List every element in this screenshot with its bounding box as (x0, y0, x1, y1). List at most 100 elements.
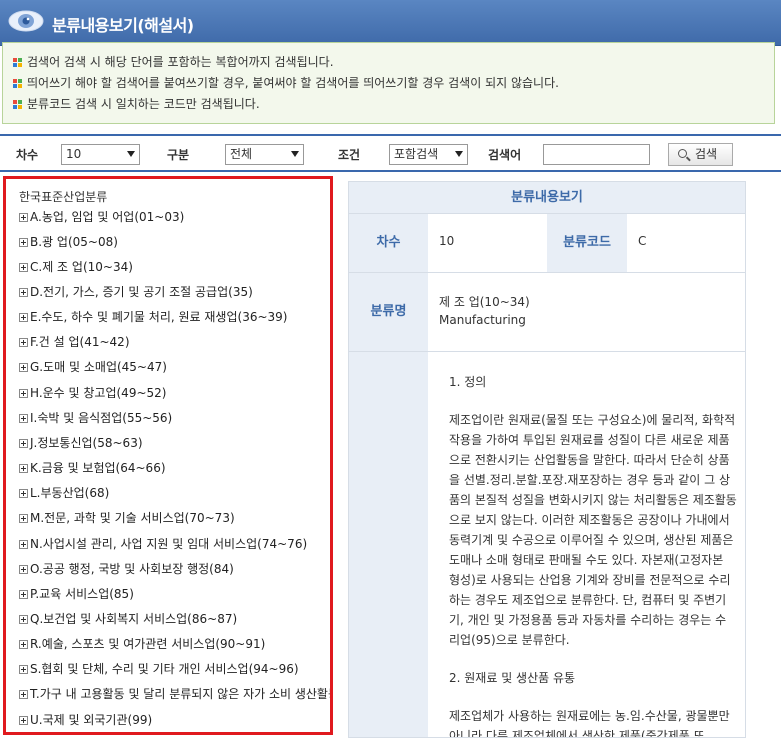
tree-item[interactable]: S.협회 및 단체, 수리 및 기타 개인 서비스업(94~96) (19, 660, 299, 678)
notice-line: 띄어쓰기 해야 할 검색어를 붙여쓰기할 경우, 붙여써야 할 검색어를 띄어쓰… (3, 73, 774, 94)
detail-heading: 분류내용보기 (349, 182, 745, 214)
expand-plus-icon[interactable] (19, 615, 28, 624)
tree-item-label[interactable]: Q.보건업 및 사회복지 서비스업(86~87) (30, 612, 237, 626)
expand-plus-icon[interactable] (19, 238, 28, 247)
expand-plus-icon[interactable] (19, 338, 28, 347)
tree-item-label[interactable]: H.운수 및 창고업(49~52) (30, 386, 166, 400)
expand-plus-icon[interactable] (19, 213, 28, 222)
expand-plus-icon[interactable] (19, 464, 28, 473)
expand-plus-icon[interactable] (19, 414, 28, 423)
name-english: Manufacturing (439, 313, 526, 327)
expand-plus-icon[interactable] (19, 690, 28, 699)
tree-item[interactable]: M.전문, 과학 및 기술 서비스업(70~73) (19, 509, 235, 527)
bullet-icon (13, 100, 22, 109)
classification-tree: 한국표준산업분류 A.농업, 임업 및 어업(01~03) B.광 업(05~0… (3, 176, 333, 735)
condition-label: 조건 (338, 148, 361, 162)
degree-header: 차수 (349, 214, 428, 272)
section-title: 2. 원재료 및 생산품 유통 (449, 671, 576, 685)
tree-item-label[interactable]: M.전문, 과학 및 기술 서비스업(70~73) (30, 511, 235, 525)
degree-label: 차수 (16, 148, 39, 162)
expand-plus-icon[interactable] (19, 263, 28, 272)
name-korean: 제 조 업(10~34) (439, 295, 530, 309)
tree-item-label[interactable]: L.부동산업(68) (30, 486, 109, 500)
tree-item[interactable]: J.정보통신업(58~63) (19, 434, 143, 452)
degree-select[interactable]: 10 (61, 144, 140, 165)
tree-item-label[interactable]: P.교육 서비스업(85) (30, 587, 134, 601)
tree-item[interactable]: B.광 업(05~08) (19, 233, 118, 251)
category-select-value: 전체 (230, 147, 253, 161)
code-header: 분류코드 (547, 214, 627, 272)
degree-value: 10 (439, 234, 455, 248)
tree-item-label[interactable]: G.도매 및 소매업(45~47) (30, 360, 167, 374)
tree-item-label[interactable]: T.가구 내 고용활동 및 달리 분류되지 않은 자가 소비 생산활동(97~9… (30, 687, 330, 701)
bullet-icon (13, 79, 22, 88)
expand-plus-icon[interactable] (19, 716, 28, 725)
expand-plus-icon[interactable] (19, 540, 28, 549)
tree-item[interactable]: C.제 조 업(10~34) (19, 258, 133, 276)
tree-item-label[interactable]: S.협회 및 단체, 수리 및 기타 개인 서비스업(94~96) (30, 662, 299, 676)
description-header-spacer (349, 352, 428, 737)
tree-item[interactable]: U.국제 및 외국기관(99) (19, 711, 152, 729)
tree-item[interactable]: K.금융 및 보험업(64~66) (19, 459, 166, 477)
tree-item[interactable]: L.부동산업(68) (19, 484, 109, 502)
notice-line: 분류코드 검색 시 일치하는 코드만 검색됩니다. (3, 94, 774, 115)
tree-item[interactable]: F.건 설 업(41~42) (19, 333, 130, 351)
tree-item-label[interactable]: I.숙박 및 음식점업(55~56) (30, 411, 172, 425)
tree-item-label[interactable]: O.공공 행정, 국방 및 사회보장 행정(84) (30, 562, 234, 576)
condition-select-value: 포함검색 (394, 147, 439, 161)
tree-item[interactable]: I.숙박 및 음식점업(55~56) (19, 409, 172, 427)
tree-item[interactable]: H.운수 및 창고업(49~52) (19, 384, 166, 402)
condition-select[interactable]: 포함검색 (389, 144, 468, 165)
classification-detail-panel: 분류내용보기 차수 10 분류코드 C 분류명 제 조 업(10~34) Man… (348, 181, 746, 738)
tree-item[interactable]: T.가구 내 고용활동 및 달리 분류되지 않은 자가 소비 생산활동(97~9… (19, 685, 330, 703)
expand-plus-icon[interactable] (19, 590, 28, 599)
tree-root-label: 한국표준산업분류 (19, 190, 108, 204)
page-header: 분류내용보기(해설서) (0, 0, 781, 46)
expand-plus-icon[interactable] (19, 363, 28, 372)
keyword-label: 검색어 (488, 148, 522, 162)
tree-item-label[interactable]: K.금융 및 보험업(64~66) (30, 461, 166, 475)
name-header: 분류명 (349, 273, 428, 351)
description-body: 1. 정의 제조업이란 원재료(물질 또는 구성요소)에 물리적, 화학적 작용… (439, 352, 745, 737)
tree-item[interactable]: E.수도, 하수 및 폐기물 처리, 원료 재생업(36~39) (19, 308, 287, 326)
code-value: C (638, 234, 647, 248)
expand-plus-icon[interactable] (19, 389, 28, 398)
tree-item[interactable]: D.전기, 가스, 증기 및 공기 조절 공급업(35) (19, 283, 253, 301)
tree-item-label[interactable]: C.제 조 업(10~34) (30, 260, 133, 274)
tree-item[interactable]: R.예술, 스포츠 및 여가관련 서비스업(90~91) (19, 635, 265, 653)
expand-plus-icon[interactable] (19, 565, 28, 574)
tree-item-label[interactable]: J.정보통신업(58~63) (30, 436, 143, 450)
tree-item-label[interactable]: F.건 설 업(41~42) (30, 335, 130, 349)
tree-item-label[interactable]: E.수도, 하수 및 폐기물 처리, 원료 재생업(36~39) (30, 310, 287, 324)
expand-plus-icon[interactable] (19, 665, 28, 674)
keyword-input[interactable] (543, 144, 650, 165)
chevron-down-icon (127, 151, 135, 157)
tree-item-label[interactable]: R.예술, 스포츠 및 여가관련 서비스업(90~91) (30, 637, 265, 651)
eye-logo-icon (8, 10, 44, 32)
tree-item-label[interactable]: B.광 업(05~08) (30, 235, 118, 249)
tree-item-label[interactable]: D.전기, 가스, 증기 및 공기 조절 공급업(35) (30, 285, 253, 299)
tree-item[interactable]: G.도매 및 소매업(45~47) (19, 358, 167, 376)
notice-line: 검색어 검색 시 해당 단어를 포함하는 복합어까지 검색됩니다. (3, 52, 774, 73)
tree-item-label[interactable]: N.사업시설 관리, 사업 지원 및 임대 서비스업(74~76) (30, 537, 307, 551)
category-select[interactable]: 전체 (225, 144, 304, 165)
notice-text: 검색어 검색 시 해당 단어를 포함하는 복합어까지 검색됩니다. (27, 55, 334, 69)
tree-item[interactable]: Q.보건업 및 사회복지 서비스업(86~87) (19, 610, 237, 628)
category-label: 구분 (167, 148, 190, 162)
expand-plus-icon[interactable] (19, 288, 28, 297)
tree-item[interactable]: A.농업, 임업 및 어업(01~03) (19, 208, 184, 226)
expand-plus-icon[interactable] (19, 313, 28, 322)
tree-item[interactable]: N.사업시설 관리, 사업 지원 및 임대 서비스업(74~76) (19, 535, 307, 553)
tree-item[interactable]: O.공공 행정, 국방 및 사회보장 행정(84) (19, 560, 234, 578)
expand-plus-icon[interactable] (19, 640, 28, 649)
detail-row-name: 분류명 제 조 업(10~34) Manufacturing (349, 273, 745, 352)
tree-item-label[interactable]: A.농업, 임업 및 어업(01~03) (30, 210, 184, 224)
section-title: 1. 정의 (449, 375, 487, 389)
search-button[interactable]: 검색 (668, 143, 733, 166)
degree-select-value: 10 (66, 147, 82, 161)
expand-plus-icon[interactable] (19, 439, 28, 448)
tree-item[interactable]: P.교육 서비스업(85) (19, 585, 134, 603)
expand-plus-icon[interactable] (19, 514, 28, 523)
tree-item-label[interactable]: U.국제 및 외국기관(99) (30, 713, 152, 727)
expand-plus-icon[interactable] (19, 489, 28, 498)
